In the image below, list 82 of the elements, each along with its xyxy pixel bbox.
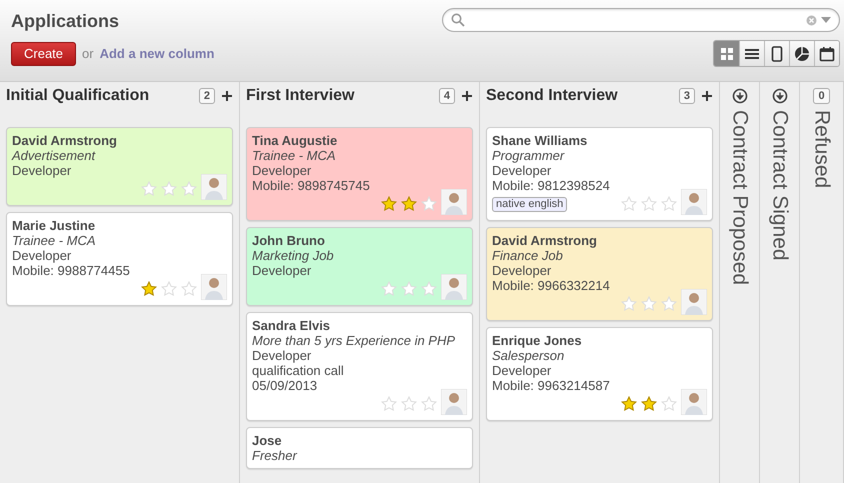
applicant-source: Marketing Job xyxy=(252,248,335,263)
view-switch-button[interactable] xyxy=(714,41,739,66)
star-icon[interactable] xyxy=(401,196,417,212)
clear-icon xyxy=(806,14,817,26)
avatar-icon xyxy=(201,174,227,200)
applicant-name: David Armstrong xyxy=(12,133,118,148)
page-title: Applications xyxy=(11,10,120,32)
application-card[interactable]: Tina Augustie Trainee - MCA Developer Mobile: 9898745745 xyxy=(246,127,473,221)
applicant-source: Fresher xyxy=(252,448,298,463)
card-detail: 05/09/2013 xyxy=(252,378,318,393)
applicant-source: Trainee - MCA xyxy=(12,233,97,248)
column-count: 2 xyxy=(198,88,215,104)
column-title[interactable]: Contract Signed xyxy=(768,110,792,261)
card-detail: Mobile: 9812398524 xyxy=(492,178,611,193)
unfold-icon xyxy=(732,88,748,104)
column-title[interactable]: Refused xyxy=(810,110,834,188)
pie-chart-icon xyxy=(794,46,810,62)
star-icon[interactable] xyxy=(641,396,657,412)
applicant-source: More than 5 yrs Experience in PHP xyxy=(252,333,456,348)
search-icon xyxy=(451,13,465,27)
column-title: Initial Qualification xyxy=(6,87,150,105)
applicant-source: Programmer xyxy=(492,148,566,163)
avatar-icon xyxy=(441,189,467,215)
avatar-icon xyxy=(201,274,227,300)
avatar-icon xyxy=(441,274,467,300)
card-detail: Developer xyxy=(492,263,552,278)
column-title: Second Interview xyxy=(486,87,619,105)
column-count: 3 xyxy=(678,88,695,104)
card-detail: Developer xyxy=(252,348,312,363)
card-detail: Developer xyxy=(252,263,312,278)
view-switch-button[interactable] xyxy=(764,41,789,66)
application-card[interactable]: Enrique Jones Salesperson Developer Mobile: 9963214587 xyxy=(486,327,713,421)
card-detail: Developer xyxy=(492,363,552,378)
applicant-source: Trainee - MCA xyxy=(252,148,337,163)
star-icon[interactable] xyxy=(381,196,397,212)
add-icon xyxy=(221,90,233,102)
card-detail: Developer xyxy=(252,163,312,178)
add-icon xyxy=(461,90,473,102)
applicant-source: Salesperson xyxy=(492,348,566,363)
add-icon xyxy=(701,90,713,102)
column-title: First Interview xyxy=(246,87,356,105)
applicant-name: John Bruno xyxy=(252,233,326,248)
card-detail: qualification call xyxy=(252,363,345,378)
card-detail: Mobile: 9898745745 xyxy=(252,178,371,193)
star-icon[interactable] xyxy=(621,396,637,412)
tag-label: native english xyxy=(492,197,568,212)
card-detail: Developer xyxy=(12,163,72,178)
calendar-icon xyxy=(819,46,835,62)
avatar-icon xyxy=(681,389,707,415)
column-count: 4 xyxy=(438,88,455,104)
avatar-icon xyxy=(681,189,707,215)
dropdown-caret-icon xyxy=(821,17,831,23)
applicant-name: Enrique Jones xyxy=(492,333,583,348)
applicant-name: Jose xyxy=(252,433,283,448)
avatar-icon xyxy=(681,289,707,315)
page-icon xyxy=(769,46,785,62)
column-count: 0 xyxy=(813,88,830,104)
applicant-name: Marie Justine xyxy=(12,218,96,233)
create-button[interactable]: Create xyxy=(11,42,76,66)
search-field[interactable] xyxy=(442,8,840,32)
card-detail: Mobile: 9988774455 xyxy=(12,263,131,278)
star-icon[interactable] xyxy=(141,281,157,297)
applicant-source: Advertisement xyxy=(12,148,96,163)
card-detail: Mobile: 9963214587 xyxy=(492,378,611,393)
view-switch-button[interactable] xyxy=(739,41,764,66)
card-detail: Developer xyxy=(492,163,552,178)
column-title[interactable]: Contract Proposed xyxy=(728,110,752,286)
applicant-name: Sandra Elvis xyxy=(252,318,332,333)
application-card[interactable]: Marie Justine Trainee - MCA Developer Mobile: 9988774455 xyxy=(6,212,233,306)
card-detail: Mobile: 9966332214 xyxy=(492,278,611,293)
applicant-source: Finance Job xyxy=(492,248,564,263)
grid-icon xyxy=(718,46,734,62)
view-switch-button[interactable] xyxy=(814,41,839,66)
or-text: or xyxy=(82,46,94,61)
applicant-name: David Armstrong xyxy=(492,233,598,248)
application-card[interactable]: Jose Fresher xyxy=(246,427,473,469)
applicant-name: Tina Augustie xyxy=(252,133,338,148)
avatar-icon xyxy=(441,389,467,415)
applicant-name: Shane Williams xyxy=(492,133,588,148)
view-switch-button[interactable] xyxy=(789,41,814,66)
unfold-icon xyxy=(772,88,788,104)
card-detail: Developer xyxy=(12,248,72,263)
